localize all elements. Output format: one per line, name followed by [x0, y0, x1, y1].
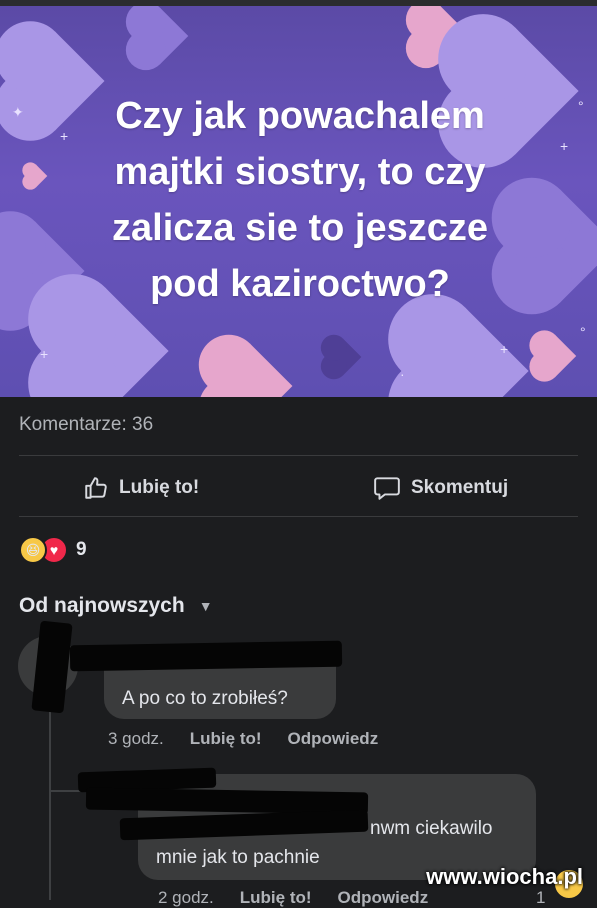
chevron-down-icon: ▼: [198, 598, 213, 614]
heart-decoration: [401, 307, 529, 397]
comment-icon: [374, 477, 400, 500]
haha-icon: 😆: [19, 536, 47, 564]
thread-line: [49, 700, 51, 900]
comment-actions: 2 godz. Lubię to! Odpowiedz: [158, 888, 428, 908]
heart-decoration: [207, 343, 293, 397]
post-image-line: zalicza sie to jeszcze: [112, 207, 488, 249]
sparkle-icon: °: [578, 98, 584, 114]
comment-button-label: Skomentuj: [411, 477, 509, 498]
watermark: www.wiocha.pl: [426, 864, 583, 889]
comment-text: nwm ciekawilo: [370, 818, 493, 839]
like-button-label: Lubię to!: [119, 477, 200, 498]
like-button[interactable]: Lubię to!: [83, 472, 199, 504]
sparkle-icon: +: [40, 346, 49, 362]
sparkle-icon: +: [560, 138, 569, 154]
comment-like-button[interactable]: Lubię to!: [190, 729, 262, 749]
comment-text: A po co to zrobiłeś?: [122, 688, 288, 709]
sparkle-icon: °: [580, 324, 586, 340]
comment-text: mnie jak to pachnie: [156, 847, 320, 868]
heart-decoration: [324, 338, 362, 376]
comments-count[interactable]: Komentarze: 36: [19, 414, 153, 436]
comment-like-button[interactable]: Lubię to!: [240, 888, 312, 908]
redaction-mark: [31, 620, 73, 714]
comment-time: 2 godz.: [158, 888, 214, 907]
comment-reply-button[interactable]: Odpowiedz: [288, 729, 379, 749]
comment-button[interactable]: Skomentuj: [373, 472, 508, 504]
sparkle-icon: ·: [400, 366, 405, 382]
post-image-text: Czy jak powachalem majtki siostry, to cz…: [40, 88, 560, 312]
thumbs-up-icon: [85, 477, 107, 499]
post-image-line: pod kaziroctwo?: [150, 263, 450, 305]
sort-dropdown[interactable]: Od najnowszych ▼: [19, 594, 213, 618]
reactions-summary[interactable]: 😆 ♥ 9: [19, 536, 87, 564]
comment-reaction-count: 1: [536, 888, 546, 907]
post-image-line: Czy jak powachalem: [115, 95, 485, 137]
sparkle-icon: +: [500, 341, 509, 357]
redaction-mark: [69, 640, 343, 672]
post-image[interactable]: + + ° ° ✦ + + · Czy jak powachalem majtk…: [0, 6, 597, 397]
heart-decoration: [533, 334, 577, 378]
heart-decoration: [131, 7, 189, 65]
divider: [19, 455, 578, 456]
sort-label: Od najnowszych: [19, 594, 185, 617]
post-image-line: majtki siostry, to czy: [114, 151, 486, 193]
reactions-count: 9: [76, 539, 87, 560]
comment-actions: 3 godz. Lubię to! Odpowiedz: [108, 729, 378, 749]
sparkle-icon: ✦: [12, 104, 24, 120]
comment-time: 3 godz.: [108, 729, 164, 748]
divider: [19, 516, 578, 517]
comment-reply-button[interactable]: Odpowiedz: [338, 888, 429, 908]
